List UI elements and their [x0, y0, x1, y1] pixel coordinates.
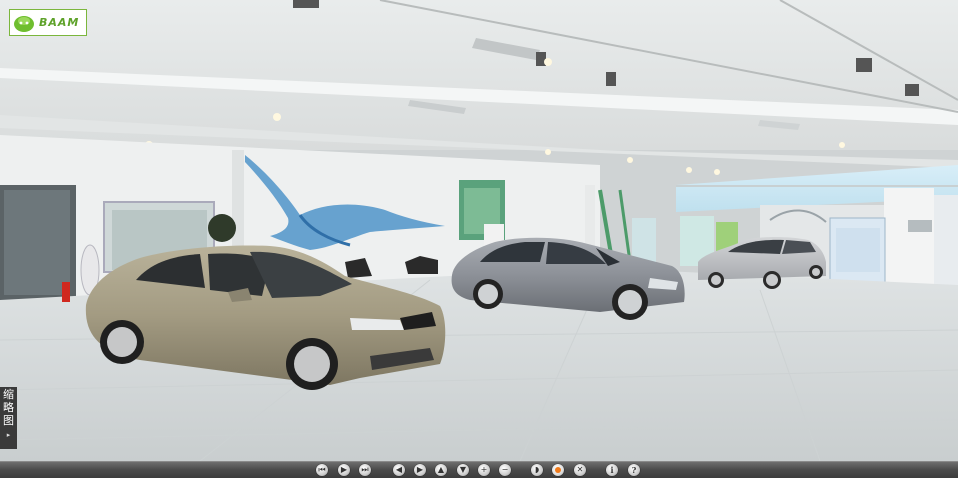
- thumbnail-label-char: 图: [3, 414, 14, 427]
- zoom-out-button[interactable]: −: [499, 464, 511, 476]
- first-scene-button[interactable]: ⏮: [316, 464, 328, 476]
- pan-right-button[interactable]: ▶: [414, 464, 426, 476]
- brand-logo: BAAM: [9, 9, 87, 36]
- pan-up-button[interactable]: ▲: [435, 464, 447, 476]
- pan-down-button[interactable]: ▼: [457, 464, 469, 476]
- skip-back-icon: ⏮: [318, 465, 326, 474]
- fullscreen-button[interactable]: ✕: [574, 464, 586, 476]
- logo-text: BAAM: [39, 16, 80, 29]
- info-button[interactable]: i: [606, 464, 618, 476]
- play-button[interactable]: ▶: [338, 464, 350, 476]
- showroom-panorama-image[interactable]: [0, 0, 958, 461]
- sound-button[interactable]: ◗: [531, 464, 543, 476]
- thumbnail-panel-toggle[interactable]: 缩 略 图 ▸: [0, 387, 17, 449]
- arrow-left-icon: ◀: [395, 465, 403, 474]
- minus-icon: −: [501, 465, 509, 474]
- thumbnail-label-char: 缩: [3, 388, 14, 401]
- expand-arrow-icon: ▸: [6, 431, 11, 439]
- plus-icon: +: [480, 465, 488, 474]
- arrow-right-icon: ▶: [416, 465, 424, 474]
- record-dot-icon: [555, 467, 561, 473]
- thumbnail-label-char: 略: [3, 401, 14, 414]
- zoom-in-button[interactable]: +: [478, 464, 490, 476]
- fullscreen-icon: ✕: [576, 465, 584, 474]
- skip-forward-icon: ⏭: [361, 465, 369, 474]
- info-icon: i: [610, 465, 614, 475]
- arrow-down-icon: ▼: [459, 465, 467, 474]
- help-button[interactable]: ?: [628, 464, 640, 476]
- speaker-icon: ◗: [534, 465, 540, 474]
- play-icon: ▶: [340, 465, 348, 474]
- last-scene-button[interactable]: ⏭: [359, 464, 371, 476]
- green-mascot-icon: [13, 13, 35, 33]
- panorama-viewport[interactable]: [0, 0, 958, 461]
- help-icon: ?: [631, 465, 637, 475]
- autorotate-button[interactable]: [552, 464, 564, 476]
- arrow-up-icon: ▲: [437, 465, 445, 474]
- panorama-toolbar: ⏮ ▶ ⏭ ◀ ▶ ▲ ▼ + − ◗ ✕ i ?: [0, 461, 958, 478]
- pan-left-button[interactable]: ◀: [393, 464, 405, 476]
